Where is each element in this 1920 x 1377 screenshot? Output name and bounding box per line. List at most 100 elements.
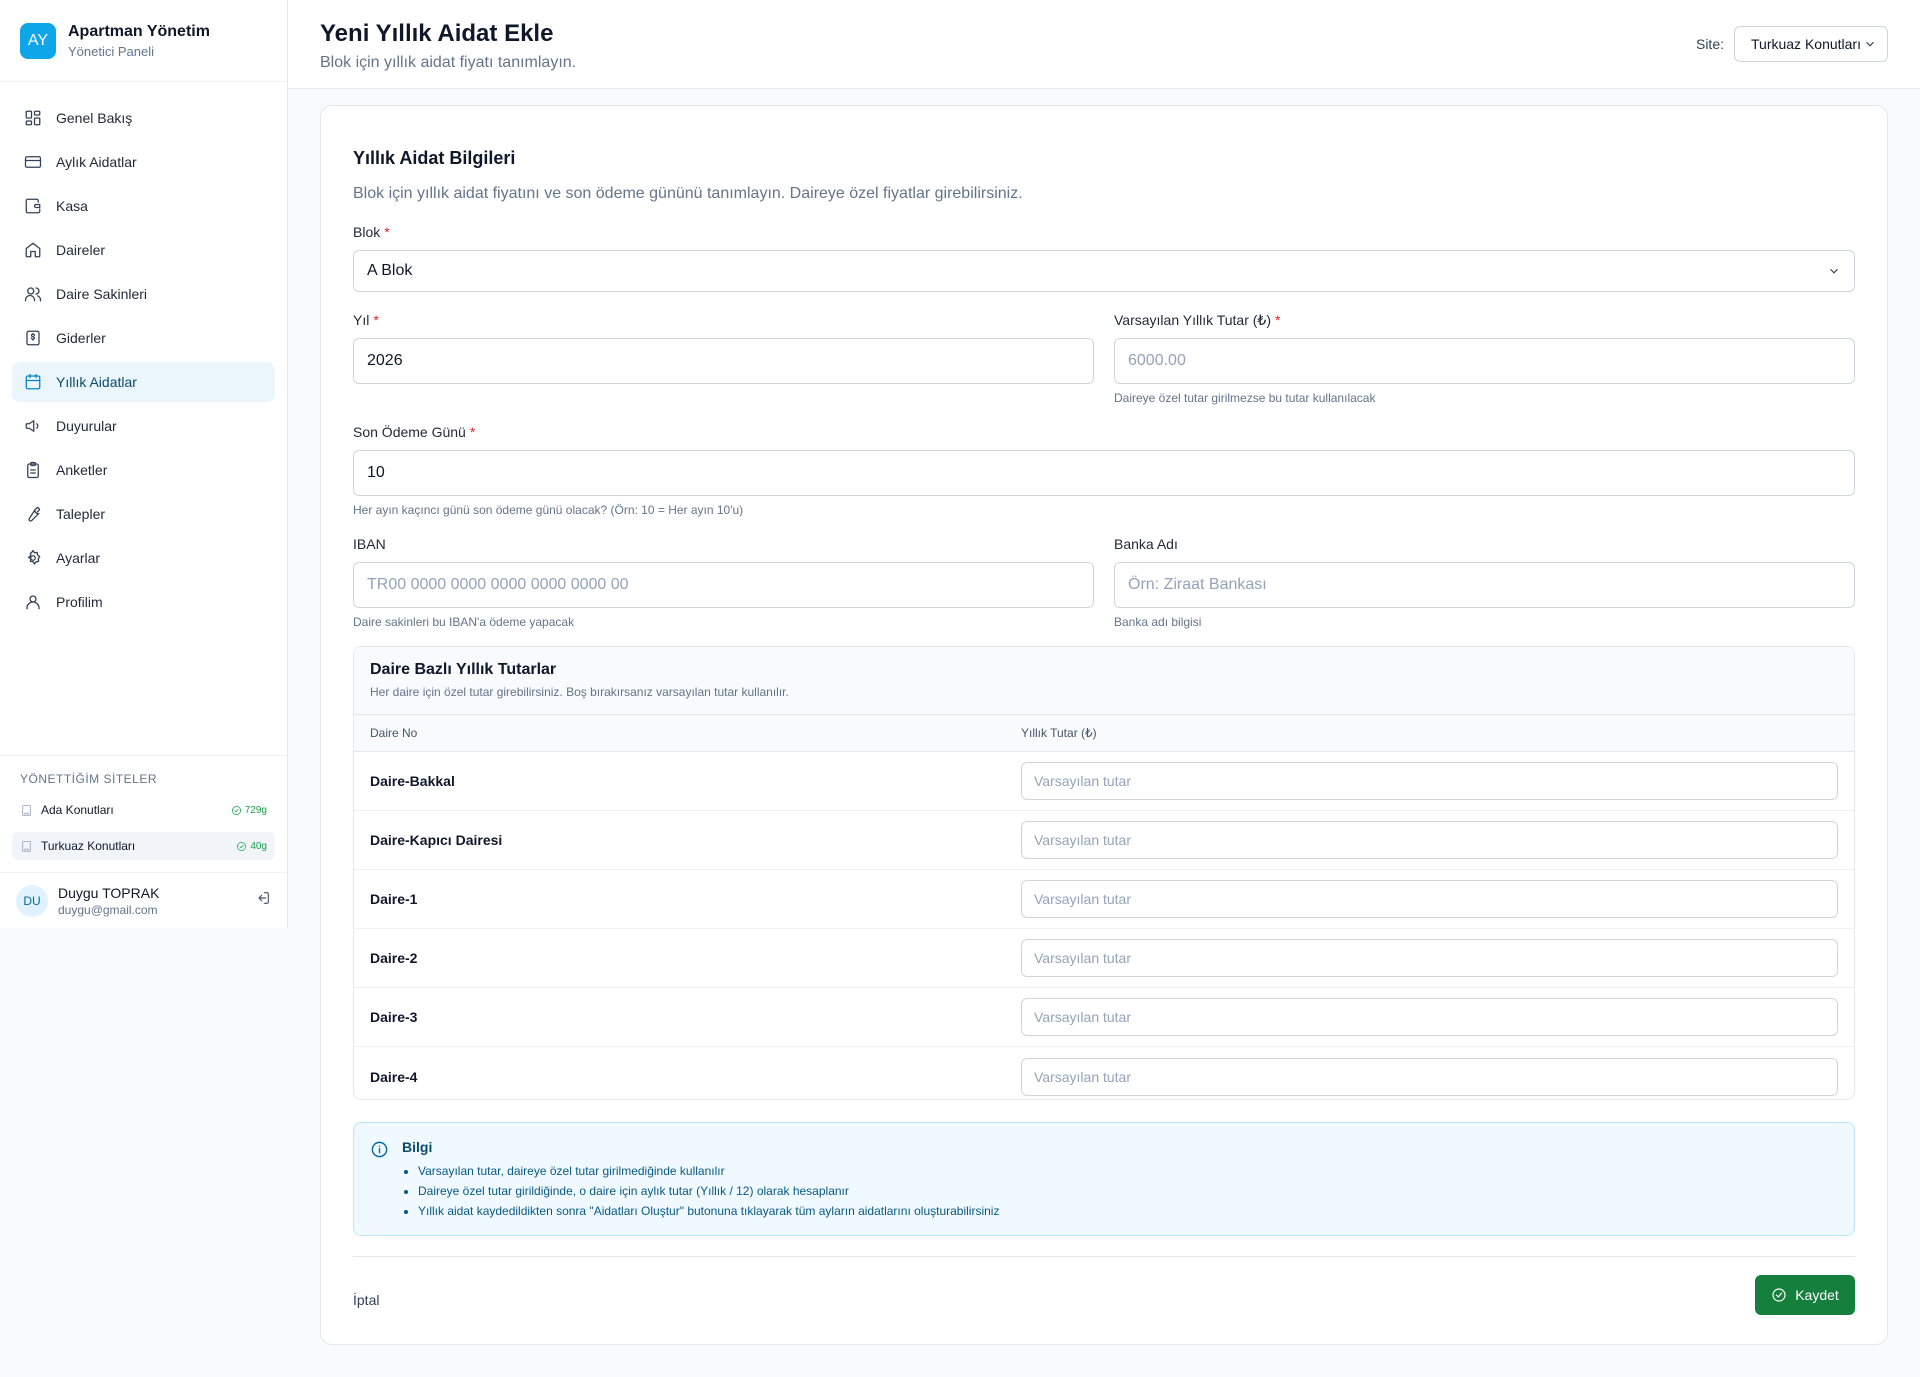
due-day-hint: Her ayın kaçıncı günü son ödeme günü ola… [353,503,744,517]
year-field: Yıl * 2026 [353,312,1094,405]
site-badge-text: 729g [244,804,267,816]
year-amount-row: Yıl * 2026 Varsayılan Yıllık Tutar (₺) * 6… [353,312,1855,405]
bank-hint: Banka adı bilgisi [1114,615,1202,629]
form-footer: İptal Kaydet [353,1256,1855,1338]
apartment-amount-input[interactable]: Varsayılan tutar [1021,762,1838,800]
sidebar-item-aylik-aidatlar[interactable]: Aylık Aidatlar [12,142,275,182]
apartment-name: Daire-2 [370,950,418,966]
table-title: Daire Bazlı Yıllık Tutarlar [370,661,557,678]
gear-icon [27,549,41,565]
bank-input[interactable]: Örn: Ziraat Bankası [1114,562,1855,608]
apartment-amount-input[interactable]: Varsayılan tutar [1021,939,1838,977]
due-day-input[interactable]: 10 [353,450,1855,496]
sidebar-item-giderler[interactable]: Giderler [12,318,275,358]
bank-label: Banka Adı [1114,536,1178,552]
megaphone-icon [25,420,39,432]
info-item: Varsayılan tutar, daireye özel tutar gir… [418,1161,1838,1181]
site-selector: Site: Turkuaz Konutları [1696,26,1888,62]
sidebar-item-talepler[interactable]: Talepler [12,494,275,534]
brand-logo: AY [20,22,56,59]
sidebar-item-label: Giderler [56,330,106,346]
site-item-ada[interactable]: Ada Konutları 729g [12,796,275,824]
managed-sites-title: YÖNETTİĞİM SİTELER [20,772,158,786]
apartment-name: Daire-3 [370,1009,418,1025]
check-circle-icon [231,805,241,815]
site-select[interactable]: Turkuaz Konutları [1734,26,1888,62]
user-profile: DU Duygu TOPRAK duygu@gmail.com [0,872,287,928]
site-item-turkuaz[interactable]: Turkuaz Konutları 40g [12,832,275,860]
table-header: Daire Bazlı Yıllık Tutarlar Her daire iç… [354,647,1854,715]
building-icon [22,804,31,816]
apartment-amount-input[interactable]: Varsayılan tutar [1021,880,1838,918]
site-selector-label: Site: [1695,36,1724,52]
avatar: DU [16,884,48,917]
sidebar-item-label: Ayarlar [56,550,101,566]
sidebar-item-yillik-aidatlar[interactable]: Yıllık Aidatlar [12,362,275,402]
sidebar-item-daireler[interactable]: Daireler [12,230,275,270]
info-icon [371,1141,388,1158]
brand: AY Apartman Yönetim Yönetici Paneli [0,0,287,82]
table-row: Daire-1 Varsayılan tutar [354,870,1854,929]
info-title: Bilgi [402,1139,433,1155]
form-title: Yıllık Aidat Bilgileri [353,148,516,168]
form-description: Blok için yıllık aidat fiyatını ve son ö… [353,185,1023,202]
default-amount-input[interactable]: 6000.00 [1114,338,1855,384]
iban-hint: Daire sakinleri bu IBAN'a ödeme yapacak [353,615,575,629]
sidebar-item-anketler[interactable]: Anketler [12,450,275,490]
sidebar-item-genel-bakis[interactable]: Genel Bakış [12,98,275,138]
site-name: Turkuaz Konutları [41,839,136,853]
block-select-value: A Blok [367,262,413,279]
table-row: Daire-Bakkal Varsayılan tutar [354,752,1854,811]
site-badge: 729g [231,805,267,816]
users-icon [24,287,42,302]
sidebar-item-kasa[interactable]: Kasa [12,186,275,226]
table-row: Daire-2 Varsayılan tutar [354,929,1854,988]
calendar-icon [25,373,41,390]
year-input[interactable]: 2026 [353,338,1094,384]
apartment-name: Daire-Bakkal [370,773,455,789]
check-circle-icon [1772,1288,1786,1302]
sidebar-item-ayarlar[interactable]: Ayarlar [12,538,275,578]
annual-fee-form-card: Yıllık Aidat Bilgileri Blok için yıllık … [320,105,1888,1345]
check-circle-icon [237,841,247,851]
apartment-amount-input[interactable]: Varsayılan tutar [1021,1057,1838,1096]
iban-field: IBAN TR00 0000 0000 0000 0000 0000 00 Da… [353,536,1094,629]
apartment-amount-input[interactable]: Varsayılan tutar [1021,998,1838,1036]
iban-input[interactable]: TR00 0000 0000 0000 0000 0000 00 [353,562,1094,608]
due-day-label: Son Ödeme Günü * [353,424,476,440]
sidebar-item-label: Genel Bakış [56,110,133,126]
sidebar-item-daire-sakinleri[interactable]: Daire Sakinleri [12,274,275,314]
column-header-apartment: Daire No [370,726,418,740]
wrench-icon [28,506,41,522]
page-subtitle: Blok için yıllık aidat fiyatı tanımlayın… [320,54,577,71]
sidebar-item-label: Talepler [56,506,106,522]
cancel-button[interactable]: İptal [353,1292,379,1308]
default-amount-hint: Daireye özel tutar girilmezse bu tutar k… [1114,391,1376,405]
clipboard-icon [27,461,39,479]
table-row: Daire-4 Varsayılan tutar [354,1047,1854,1099]
logout-button[interactable] [255,890,271,911]
sidebar-item-label: Yıllık Aidatlar [56,374,137,390]
logout-icon [258,892,269,904]
sidebar-item-label: Daire Sakinleri [56,286,148,302]
sidebar-item-label: Duyurular [56,418,117,434]
due-day-field: Son Ödeme Günü * 10 Her ayın kaçıncı günü… [353,424,1855,517]
table-description: Her daire için özel tutar girebilirsiniz… [370,685,789,699]
year-label: Yıl * [353,312,379,328]
site-name: Ada Konutları [41,803,114,817]
apartment-amounts-table: Daire Bazlı Yıllık Tutarlar Her daire iç… [353,646,1855,1100]
apartment-amount-input[interactable]: Varsayılan tutar [1021,821,1838,859]
table-column-headers: Daire No Yıllık Tutar (₺) [354,715,1854,752]
sidebar-item-duyurular[interactable]: Duyurular [12,406,275,446]
iban-label: IBAN [353,536,386,552]
sidebar-item-profilim[interactable]: Profilim [12,582,275,622]
save-button[interactable]: Kaydet [1755,1275,1855,1315]
info-item: Daireye özel tutar girildiğinde, o daire… [418,1181,1838,1201]
table-row: Daire-3 Varsayılan tutar [354,988,1854,1047]
block-select[interactable]: A Blok [353,250,1855,292]
site-select-value: Turkuaz Konutları [1751,36,1861,52]
user-name: Duygu TOPRAK [58,884,160,901]
site-badge-text: 40g [250,840,267,852]
site-badge: 40g [236,841,267,852]
default-amount-field: Varsayılan Yıllık Tutar (₺) * 6000.00 Dai… [1114,312,1855,405]
